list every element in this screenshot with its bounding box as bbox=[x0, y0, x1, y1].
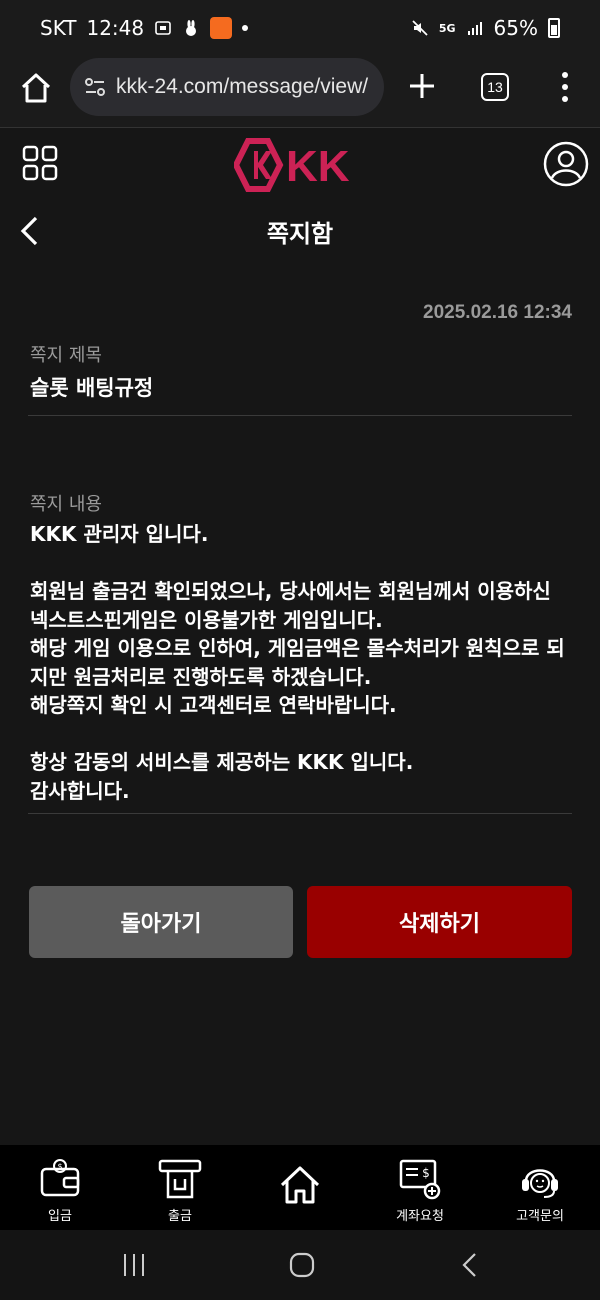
divider bbox=[28, 415, 572, 416]
clock-label: 12:48 bbox=[86, 16, 145, 40]
system-navigation-bar bbox=[0, 1230, 600, 1300]
back-button[interactable]: 돌아가기 bbox=[29, 886, 293, 958]
system-back-icon[interactable] bbox=[455, 1250, 485, 1280]
logo-text: KK bbox=[286, 142, 350, 191]
nav-item-home[interactable] bbox=[240, 1145, 360, 1230]
subject-label: 쪽지 제목 bbox=[30, 345, 102, 366]
home-icon bbox=[280, 1166, 320, 1204]
divider bbox=[28, 813, 572, 814]
recent-apps-icon[interactable] bbox=[119, 1250, 149, 1280]
screenshot-icon bbox=[155, 21, 171, 35]
nav-label-support: 고객문의 bbox=[516, 1209, 564, 1224]
wallet-icon: $ bbox=[40, 1159, 80, 1197]
page-title: 쪽지함 bbox=[266, 220, 334, 248]
withdraw-icon bbox=[158, 1159, 202, 1199]
svg-text:$: $ bbox=[422, 1166, 430, 1180]
browser-toolbar: kkk-24.com/message/view/ 13 bbox=[0, 56, 600, 128]
page-title-bar: 쪽지함 bbox=[0, 204, 600, 256]
message-subject: 슬롯 배팅규정 bbox=[30, 376, 154, 400]
nav-label-account-request: 계좌요청 bbox=[396, 1209, 444, 1224]
nav-item-deposit[interactable]: $ 입금 bbox=[0, 1145, 120, 1230]
url-text: kkk-24.com/message/view/ bbox=[116, 75, 369, 98]
delete-button-label: 삭제하기 bbox=[399, 912, 480, 937]
home-screen-icon[interactable] bbox=[287, 1250, 317, 1280]
nav-label-withdraw: 출금 bbox=[168, 1209, 192, 1224]
nav-item-support[interactable]: 고객문의 bbox=[480, 1145, 600, 1230]
site-settings-icon[interactable] bbox=[84, 76, 106, 98]
browser-home-icon[interactable] bbox=[18, 70, 54, 106]
site-header: KK bbox=[0, 129, 600, 197]
mute-icon bbox=[412, 20, 428, 36]
nav-item-account-request[interactable]: $ 계좌요청 bbox=[360, 1145, 480, 1230]
new-tab-icon[interactable] bbox=[406, 70, 438, 102]
shopping-app-icon bbox=[210, 17, 233, 39]
status-left: SKT 12:48 bbox=[40, 16, 249, 40]
url-bar[interactable]: kkk-24.com/message/view/ bbox=[70, 58, 384, 116]
message-content: KKK 관리자 입니다. 회원님 출금건 확인되었으나, 당사에서는 회원님께서… bbox=[30, 522, 565, 803]
content-label: 쪽지 내용 bbox=[30, 494, 102, 515]
tab-count: 13 bbox=[487, 79, 503, 95]
status-right: 5G 65% bbox=[411, 16, 560, 40]
nav-label-deposit: 입금 bbox=[48, 1209, 72, 1224]
battery-icon bbox=[548, 18, 560, 38]
carrier-label: SKT bbox=[40, 16, 77, 40]
signal-icon bbox=[467, 22, 482, 35]
back-button-label: 돌아가기 bbox=[120, 912, 202, 937]
delete-button[interactable]: 삭제하기 bbox=[307, 886, 572, 958]
account-request-icon: $ bbox=[399, 1159, 441, 1200]
user-profile-icon[interactable] bbox=[543, 141, 589, 187]
status-bar: SKT 12:48 5G 65% bbox=[0, 0, 600, 56]
message-date: 2025.02.16 12:34 bbox=[423, 302, 572, 323]
site-logo[interactable]: KK bbox=[234, 137, 370, 193]
nav-item-withdraw[interactable]: 출금 bbox=[120, 1145, 240, 1230]
svg-text:$: $ bbox=[57, 1162, 62, 1171]
network-label: 5G bbox=[438, 21, 456, 35]
more-menu-icon[interactable] bbox=[560, 70, 570, 104]
battery-percent: 65% bbox=[493, 16, 538, 40]
notification-dot-icon bbox=[242, 25, 249, 31]
grid-menu-icon[interactable] bbox=[22, 145, 58, 181]
headset-icon bbox=[522, 1169, 558, 1198]
rabbit-icon bbox=[186, 20, 197, 36]
bottom-nav: $ 입금 출금 $ 계좌요청 고객문의 bbox=[0, 1145, 600, 1230]
tab-switcher-button[interactable]: 13 bbox=[481, 73, 509, 101]
